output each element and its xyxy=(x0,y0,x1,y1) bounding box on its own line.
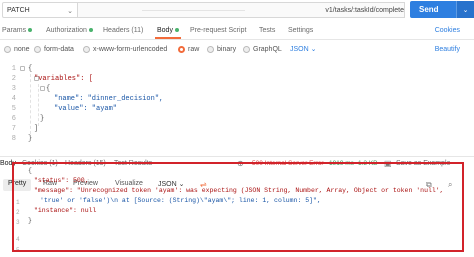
annotation-highlight-box xyxy=(12,162,464,252)
